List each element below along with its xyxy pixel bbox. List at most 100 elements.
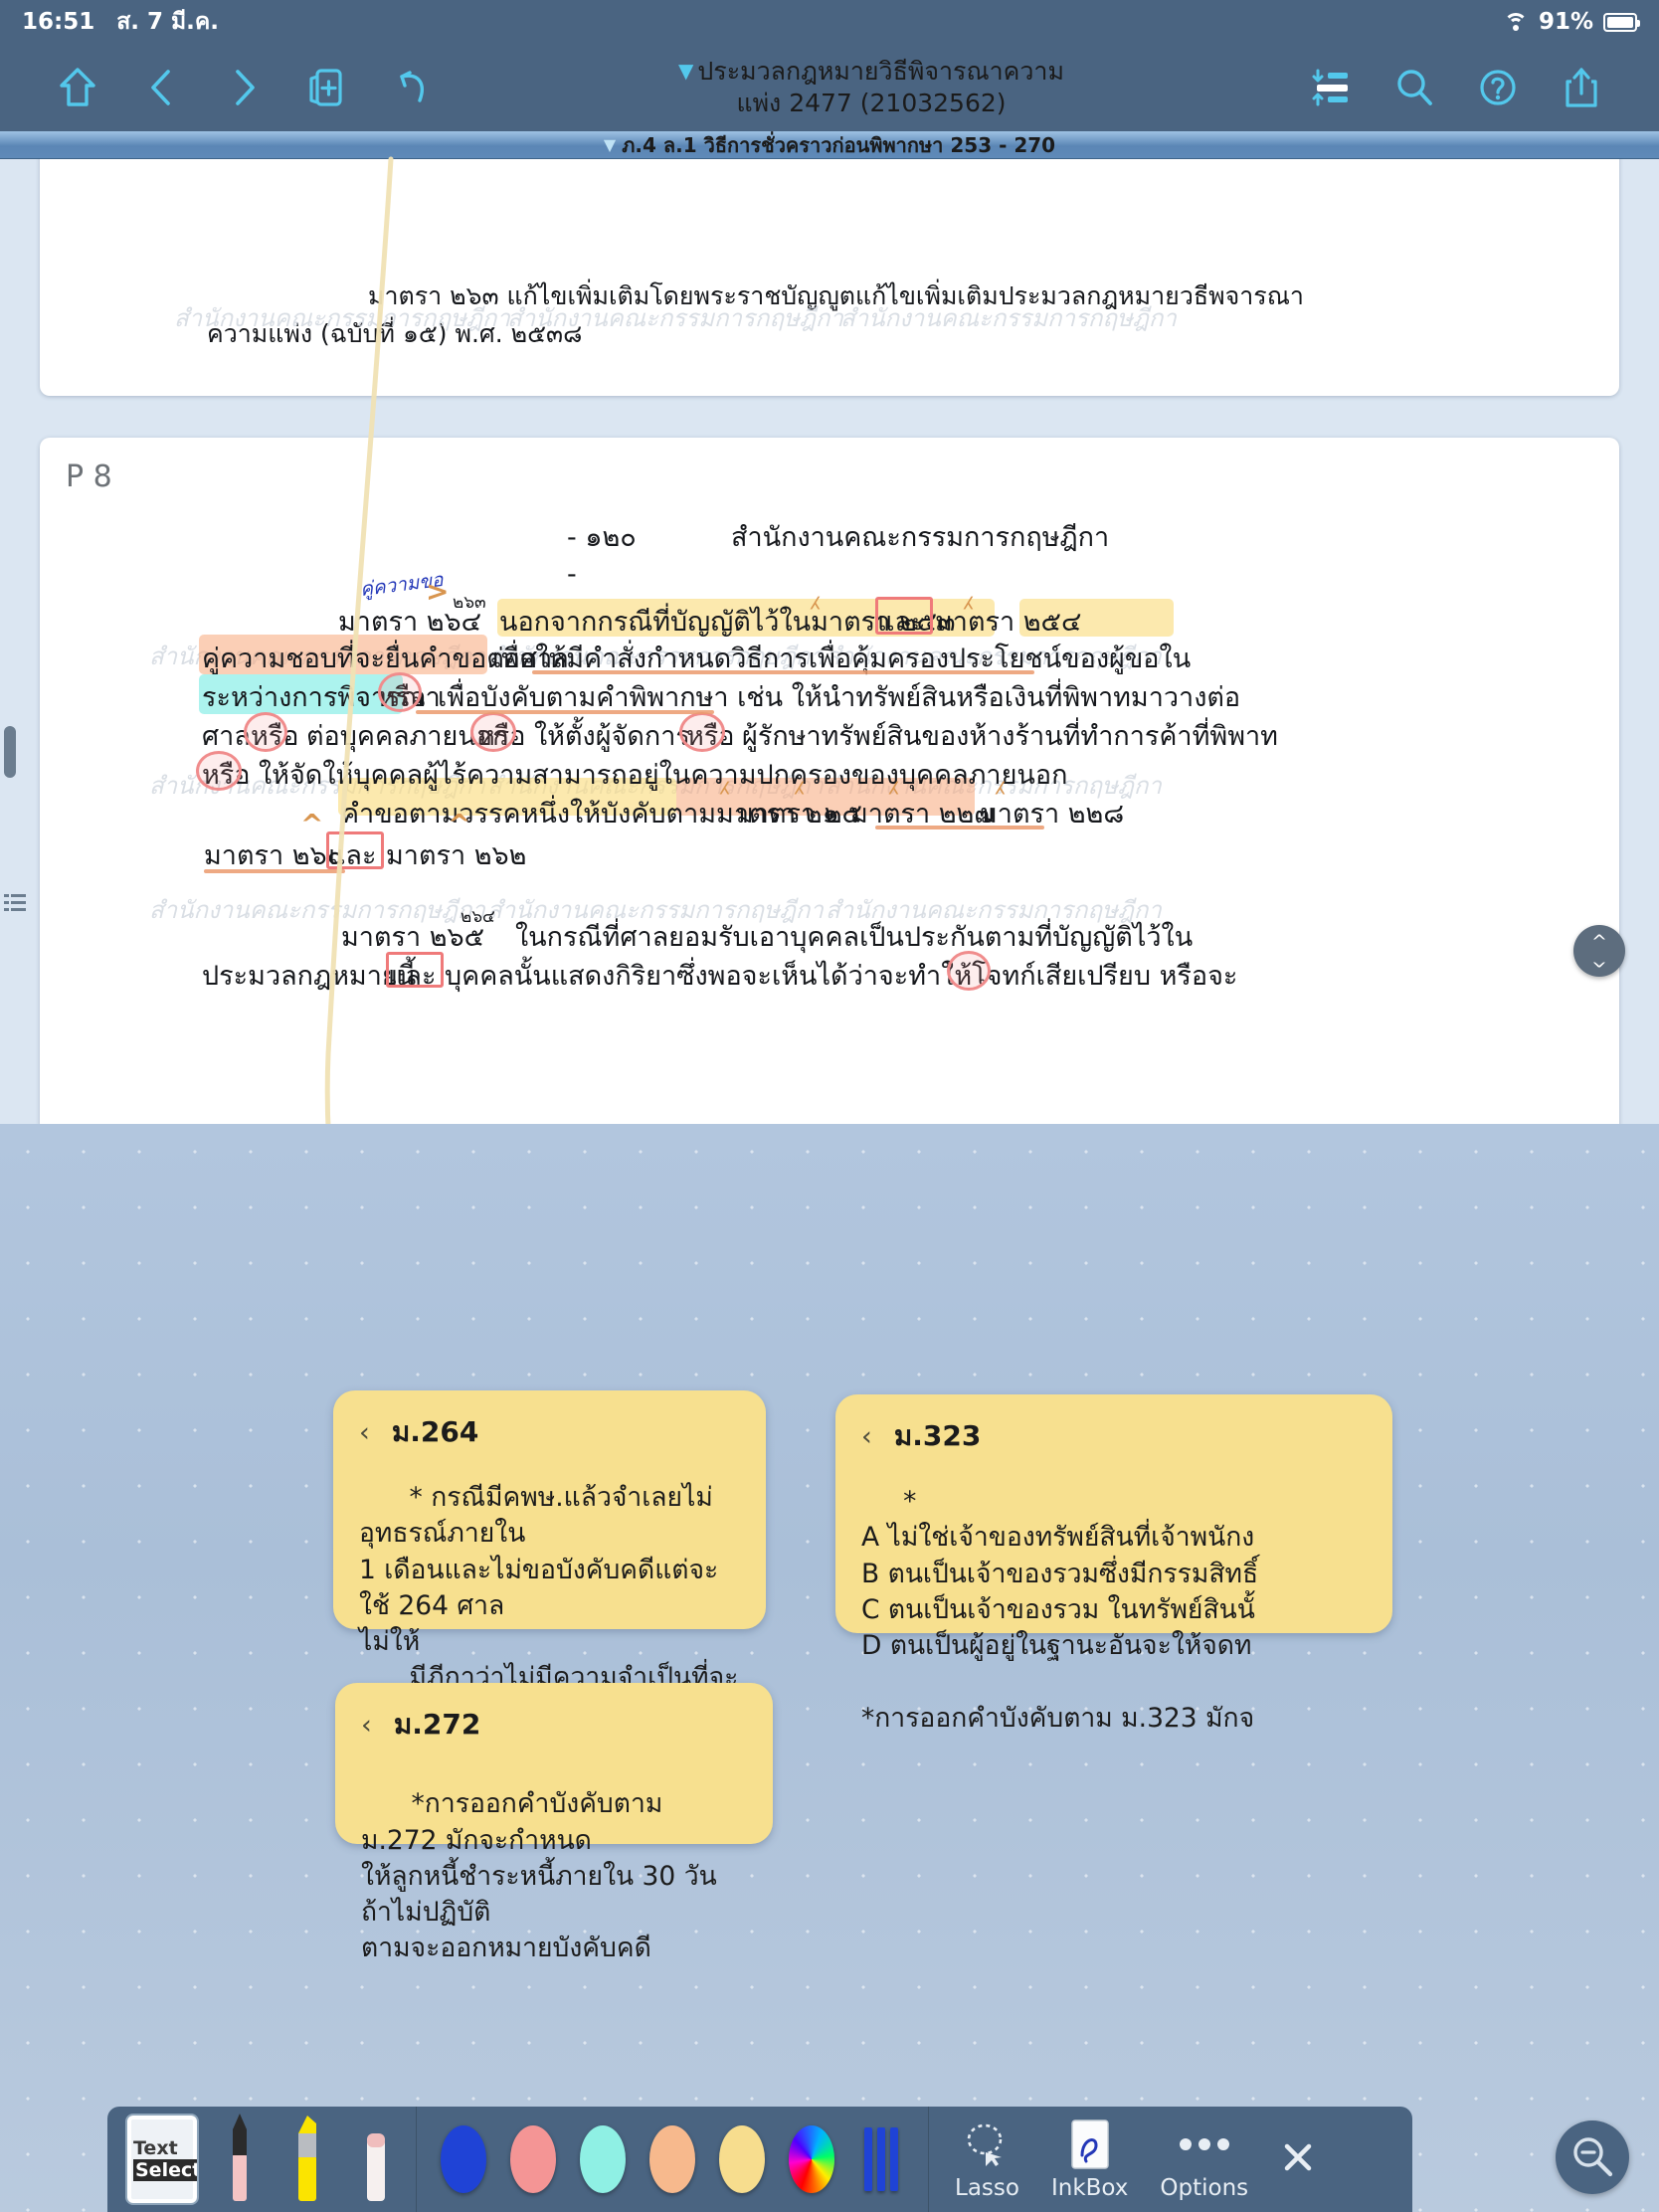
document-title[interactable]: ▼ ประมวลกฎหมายวิธีพิจารณาความ แพ่ง 2477 (… bbox=[454, 56, 1289, 119]
back-icon[interactable] bbox=[119, 53, 203, 122]
prev-page-line-2: ความแพ่ง (ฉบับที่ ๑๕) พ.ศ. ๒๕๓๘ bbox=[207, 319, 583, 348]
page-header-dash-small: - bbox=[567, 559, 577, 590]
page-scrub-handle[interactable] bbox=[4, 726, 16, 778]
note-header: ‹ ม.323 bbox=[861, 1414, 1367, 1458]
undo-icon[interactable] bbox=[370, 53, 454, 122]
share-icon[interactable] bbox=[1540, 53, 1623, 122]
add-page-icon[interactable] bbox=[286, 53, 370, 122]
color-swatch-cyan[interactable] bbox=[580, 2125, 626, 2193]
sticky-note[interactable]: ‹ ม.272 *การออกคำบังคับตาม ม.272 มักจะกำ… bbox=[335, 1683, 773, 1963]
text-select-label-1: Text bbox=[133, 2137, 178, 2159]
pen-toolbar-colors-section bbox=[417, 2107, 929, 2212]
note-header: ‹ ม.264 bbox=[359, 1410, 740, 1454]
sticky-note[interactable]: ‹ ม.264 * กรณีมีคพษ.แล้วจำเลยไม่อุทธรณ์ภ… bbox=[333, 1390, 766, 1838]
options-button[interactable]: Options bbox=[1160, 2118, 1248, 2201]
lasso-icon bbox=[960, 2118, 1014, 2171]
help-icon[interactable] bbox=[1456, 53, 1540, 122]
doc-line: มาตรา ๒๕ bbox=[736, 799, 862, 830]
circle-mark bbox=[679, 712, 725, 752]
caret-mark: ⁁ bbox=[965, 577, 975, 610]
orange-underline bbox=[875, 826, 1044, 830]
caret-mark: ^ bbox=[448, 808, 471, 840]
outline-icon[interactable] bbox=[1289, 53, 1373, 122]
breadcrumb-label: ภ.4 ล.1 วิธีการชั่วคราวก่อนพิพากษา 253 -… bbox=[622, 132, 1056, 157]
color-swatch-pink[interactable] bbox=[510, 2125, 556, 2193]
inkbox-button[interactable]: InkBox bbox=[1051, 2118, 1128, 2201]
prev-page-line-1: มาตรา ๒๖๓ แก้ไขเพิ่มเติมโดยพระราชบัญญูตแ… bbox=[368, 281, 1304, 310]
sticky-note[interactable]: ‹ ม.323 * A ไม่ใช่เจ้าของทรัพย์สินที่เจ้… bbox=[835, 1394, 1392, 1734]
chevron-left-icon[interactable]: ‹ bbox=[359, 1417, 370, 1448]
inkbox-icon bbox=[1066, 2118, 1114, 2171]
color-swatch-blue[interactable] bbox=[441, 2125, 486, 2193]
status-date: ส. 7 มี.ค. bbox=[116, 9, 220, 35]
app-toolbar: ▼ ประมวลกฎหมายวิธีพิจารณาความ แพ่ง 2477 (… bbox=[0, 44, 1659, 131]
circle-mark bbox=[196, 751, 242, 791]
breadcrumb-triangle-icon: ▼ bbox=[603, 135, 617, 154]
doc-line: ให้จัดให้บุคคลผู้ไร้ความสามารถอยู่ในความ… bbox=[259, 760, 1068, 791]
red-box-mark bbox=[386, 952, 444, 988]
note-canvas[interactable]: ‹ ม.264 * กรณีมีคพษ.แล้วจำเลยไม่อุทธรณ์ภ… bbox=[0, 1124, 1659, 2212]
page-number-label: P 8 bbox=[66, 460, 112, 494]
pen-width-selector[interactable] bbox=[858, 2125, 904, 2193]
text-select-tool[interactable]: Text Select bbox=[125, 2114, 199, 2205]
color-swatch-yellow[interactable] bbox=[719, 2125, 765, 2193]
ellipsis-icon bbox=[1175, 2118, 1234, 2171]
caret-mark: ⁁ bbox=[812, 577, 822, 610]
scroll-updown-icon[interactable]: ^ ^ bbox=[1573, 925, 1625, 977]
document-page-current: P 8 สำนักงานคณะกรรมการกฤษฎีกา สำนักงานคณ… bbox=[40, 438, 1619, 1124]
doc-superscript: ๒๖๓ bbox=[453, 593, 486, 613]
home-icon[interactable] bbox=[36, 53, 119, 122]
doc-line: บุคคลนั้นแสดงกิริยาซึ่งพอจะเห็นได้ว่าจะท… bbox=[445, 961, 1238, 992]
note-body: *การออกคำบังคับตาม ม.272 มักจะกำหนด ให้ล… bbox=[361, 1788, 717, 1964]
pencil-tool[interactable] bbox=[213, 2112, 267, 2207]
doc-superscript: ๒๖๔ bbox=[461, 907, 495, 927]
pen-toolbar[interactable]: Text Select Lasso InkBox Options bbox=[107, 2107, 1412, 2212]
forward-icon[interactable] bbox=[203, 53, 286, 122]
doc-line: ในกรณีที่ศาลยอมรับเอาบุคคลเป็นประกันตามท… bbox=[515, 922, 1194, 953]
circle-mark bbox=[470, 712, 516, 752]
caret-mark: ⁁ bbox=[721, 762, 731, 795]
chevron-left-icon[interactable]: ‹ bbox=[361, 1710, 372, 1741]
page-header-office: สำนักงานคณะกรรมการกฤษฎีกา bbox=[731, 522, 1110, 553]
breadcrumb[interactable]: ▼ ภ.4 ล.1 วิธีการชั่วคราวก่อนพิพากษา 253… bbox=[0, 131, 1659, 159]
wifi-icon bbox=[1503, 12, 1529, 32]
doc-line: ผู้รักษาทรัพย์สินของห้างร้านที่ทำการค้าท… bbox=[742, 721, 1278, 752]
dot-grid-background bbox=[0, 1124, 1659, 2212]
caret-mark: ⁁ bbox=[997, 762, 1007, 795]
status-time: 16:51 bbox=[22, 9, 95, 35]
color-swatch-orange[interactable] bbox=[649, 2125, 695, 2193]
document-page-previous: มาตรา ๒๖๓ แก้ไขเพิ่มเติมโดยพระราชบัญญูตแ… bbox=[40, 159, 1619, 396]
page-header-dash: - ๑๒๐ bbox=[567, 522, 637, 553]
note-title: ม.272 bbox=[393, 1708, 481, 1741]
doc-line: ประมวลกฎหมายนี้ bbox=[202, 961, 417, 992]
close-button[interactable] bbox=[1280, 2130, 1316, 2188]
document-title-line1: ประมวลกฎหมายวิธีพิจารณาความ bbox=[697, 57, 1064, 86]
title-triangle-icon: ▼ bbox=[678, 59, 694, 83]
document-title-line2: แพ่ง 2477 (21032562) bbox=[736, 89, 1007, 117]
circle-mark bbox=[947, 951, 991, 991]
doc-line: ให้ตั้งผู้จัดการ bbox=[534, 721, 690, 752]
zoom-out-icon bbox=[1573, 2137, 1613, 2177]
eraser-tool[interactable] bbox=[348, 2112, 402, 2207]
pen-toolbar-tools-section: Text Select bbox=[107, 2107, 417, 2212]
caret-mark: ⁁ bbox=[796, 762, 806, 795]
zoom-out-button[interactable] bbox=[1556, 2120, 1629, 2194]
red-box-mark bbox=[326, 831, 384, 869]
circle-mark bbox=[378, 672, 422, 712]
orange-underline bbox=[532, 670, 1034, 674]
battery-percent: 91% bbox=[1538, 9, 1593, 35]
orange-underline bbox=[416, 710, 714, 714]
chevron-left-icon[interactable]: ‹ bbox=[861, 1421, 872, 1452]
red-box-mark bbox=[875, 597, 933, 635]
inkbox-label: InkBox bbox=[1050, 2175, 1129, 2201]
battery-icon bbox=[1603, 12, 1640, 32]
color-swatch-rainbow[interactable] bbox=[789, 2125, 834, 2193]
note-title: ม.323 bbox=[893, 1419, 982, 1452]
lasso-button[interactable]: Lasso bbox=[955, 2118, 1019, 2201]
document-viewport[interactable]: มาตรา ๒๖๓ แก้ไขเพิ่มเติมโดยพระราชบัญญูตแ… bbox=[0, 159, 1659, 1124]
note-title: ม.264 bbox=[391, 1415, 479, 1448]
search-icon[interactable] bbox=[1373, 53, 1456, 122]
highlighter-tool[interactable] bbox=[280, 2112, 334, 2207]
outline-list-icon[interactable] bbox=[2, 890, 28, 916]
orange-underline bbox=[204, 869, 345, 873]
